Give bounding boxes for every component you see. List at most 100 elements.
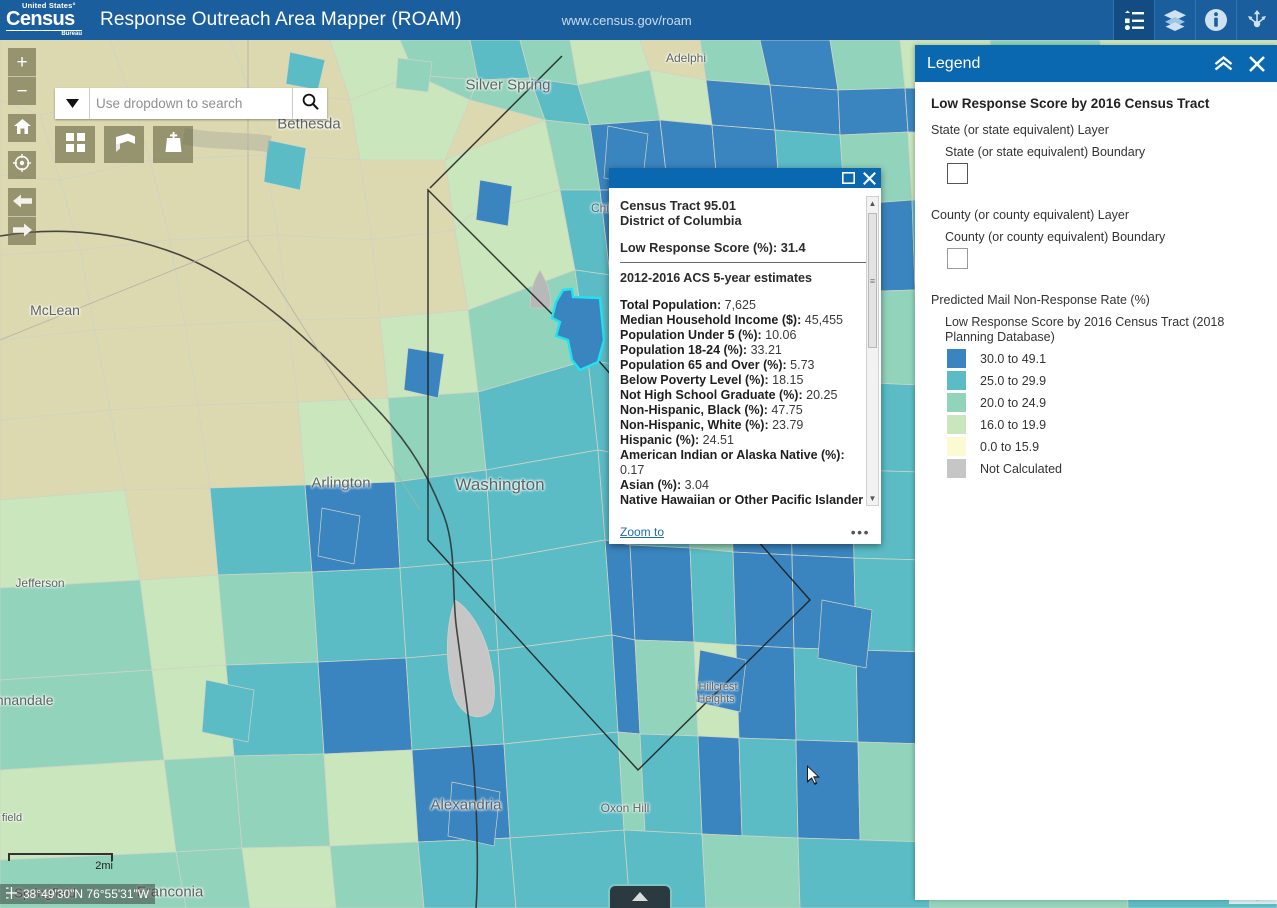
legend-button[interactable] xyxy=(1113,0,1154,40)
previous-extent-button[interactable] xyxy=(8,188,36,216)
map-place-label: Adelphi xyxy=(665,51,707,65)
popup-attribute-label: Asian (%): xyxy=(620,478,682,492)
popup-attribute-value: 45,455 xyxy=(801,313,843,327)
popup-attribute-label: Median Household Income ($): xyxy=(620,313,802,327)
add-data-button[interactable] xyxy=(153,126,193,163)
popup-attribute-value: 24.51 xyxy=(699,433,734,447)
legend-ramp-item: 30.0 to 49.1 xyxy=(947,349,1261,368)
legend-color-swatch xyxy=(947,371,966,390)
popup-titlebar xyxy=(609,168,881,188)
zoom-out-button[interactable]: − xyxy=(8,76,36,105)
legend-ramp-label: 16.0 to 19.9 xyxy=(980,417,1047,432)
map-place-label: Jefferson xyxy=(15,576,65,590)
zoom-in-button[interactable]: + xyxy=(8,48,36,76)
legend-panel: Legend Low Response Score by 2016 Census… xyxy=(915,45,1277,900)
popup-attribute-label: American Indian or Alaska Native (%): xyxy=(620,448,845,462)
legend-color-swatch xyxy=(947,415,966,434)
popup-attribute-list: Total Population: 7,625 Median Household … xyxy=(620,298,867,508)
legend-rate-section-label: Predicted Mail Non-Response Rate (%) xyxy=(931,293,1150,307)
legend-ramp-title: Low Response Score by 2016 Census Tract … xyxy=(945,315,1225,344)
legend-ramp-item: 20.0 to 24.9 xyxy=(947,393,1261,412)
header-url: www.census.gov/roam xyxy=(561,12,692,28)
search-submit-button[interactable] xyxy=(292,88,327,119)
legend-state-boundary-swatch xyxy=(947,163,968,184)
share-icon xyxy=(1245,8,1269,32)
popup-attribute-value: 7,625 xyxy=(721,298,756,312)
popup-attribute-value: 20.25 xyxy=(802,388,838,402)
control-gap-2 xyxy=(8,142,36,151)
popup-attribute-label: Population Under 5 (%): xyxy=(620,328,762,342)
popup-attribute-row: American Indian or Alaska Native (%): 0.… xyxy=(620,448,867,478)
map-navigation-controls: + − xyxy=(8,48,36,245)
coordinate-icon xyxy=(6,886,17,902)
share-button[interactable] xyxy=(1236,0,1277,40)
search-dropdown-toggle[interactable] xyxy=(55,88,90,119)
maximize-icon[interactable] xyxy=(842,172,855,184)
map-place-label: Annandale xyxy=(0,692,54,708)
popup-more-options-button[interactable]: ••• xyxy=(851,525,870,539)
chevron-up-icon xyxy=(632,888,648,906)
popup-attribute-row: Population 18-24 (%): 33.21 xyxy=(620,343,867,358)
map-place-label: Silver Spring xyxy=(465,76,551,94)
map-place-label: Hillcrest xyxy=(698,681,738,693)
popup-attribute-value: 10.06 xyxy=(761,328,797,342)
legend-color-swatch xyxy=(947,349,966,368)
map-place-label: McLean xyxy=(30,302,80,318)
legend-county-boundary-swatch xyxy=(947,248,968,269)
map-place-label: Heights xyxy=(697,693,735,705)
control-gap-3 xyxy=(8,179,36,188)
legend-panel-body: Low Response Score by 2016 Census Tract … xyxy=(915,82,1277,492)
map-place-label: Washington xyxy=(455,475,545,494)
legend-county-boundary-label: County (or county equivalent) Boundary xyxy=(945,230,1166,244)
popup-attribute-value: 47.75 xyxy=(767,403,803,417)
logo-bureau-text: Bureau xyxy=(61,31,82,37)
home-icon xyxy=(13,118,31,138)
legend-color-swatch xyxy=(947,459,966,478)
popup-attribute-label: Total Population: xyxy=(620,298,722,312)
zoom-to-link[interactable]: Zoom to xyxy=(620,525,664,539)
bookmark-button[interactable] xyxy=(104,126,144,163)
add-data-icon xyxy=(164,132,183,157)
next-extent-button[interactable] xyxy=(8,216,36,245)
control-gap-1 xyxy=(8,105,36,114)
popup-title-line2: District of Columbia xyxy=(620,213,742,228)
chevron-down-icon xyxy=(65,95,79,113)
popup-attribute-row: Native Hawaiian or Other Pacific Islande… xyxy=(620,493,867,508)
close-icon[interactable] xyxy=(1249,55,1265,72)
home-button[interactable] xyxy=(8,114,36,142)
search-input[interactable] xyxy=(90,88,292,119)
collapse-icon[interactable] xyxy=(1214,56,1233,71)
layer-list-button[interactable] xyxy=(1154,0,1195,40)
basemap-gallery-button[interactable] xyxy=(55,126,95,163)
locate-button[interactable] xyxy=(8,151,36,179)
popup-scrollbar[interactable]: ▲ ≡ ▼ xyxy=(866,196,879,506)
legend-state-boundary-label: State (or state equivalent) Boundary xyxy=(945,145,1146,159)
app-header: United States° Census Bureau Response Ou… xyxy=(0,0,1277,40)
attribute-table-toggle[interactable] xyxy=(608,884,672,908)
popup-attribute-label: Hispanic (%): xyxy=(620,433,700,447)
legend-ramp-item: 16.0 to 19.9 xyxy=(947,415,1261,434)
popup-attribute-value: 0.17 xyxy=(620,463,645,477)
scroll-up-arrow[interactable]: ▲ xyxy=(867,197,878,210)
popup-attribute-row: Population 65 and Over (%): 5.73 xyxy=(620,358,867,373)
scroll-down-arrow[interactable]: ▼ xyxy=(867,492,878,505)
popup-low-response-score: Low Response Score (%): 31.4 xyxy=(620,240,867,263)
scale-bar: 2mi xyxy=(8,853,113,872)
coordinate-readout[interactable]: 38°49'30"N 76°55'31"W xyxy=(0,884,156,904)
legend-ramp-list: 30.0 to 49.1 25.0 to 29.9 20.0 to 24.9 16.0… xyxy=(931,349,1261,478)
legend-panel-header: Legend xyxy=(915,45,1277,82)
roam-application: United States° Census Bureau Response Ou… xyxy=(0,0,1277,908)
about-button[interactable] xyxy=(1195,0,1236,40)
search-icon xyxy=(302,93,319,115)
legend-county-layer-label: County (or county equivalent) Layer xyxy=(931,208,1130,222)
scale-bar-label: 2mi xyxy=(95,860,113,872)
legend-icon xyxy=(1124,10,1145,31)
legend-ramp-label: 20.0 to 24.9 xyxy=(980,395,1047,410)
coordinate-text: 38°49'30"N 76°55'31"W xyxy=(23,887,150,901)
popup-attribute-label: Not High School Graduate (%): xyxy=(620,388,803,402)
legend-panel-title: Legend xyxy=(927,54,981,72)
scrollbar-thumb[interactable]: ≡ xyxy=(868,213,877,348)
close-icon[interactable] xyxy=(863,171,876,185)
legend-ramp-label: 0.0 to 15.9 xyxy=(980,439,1040,454)
scrollbar-grip: ≡ xyxy=(869,276,876,286)
